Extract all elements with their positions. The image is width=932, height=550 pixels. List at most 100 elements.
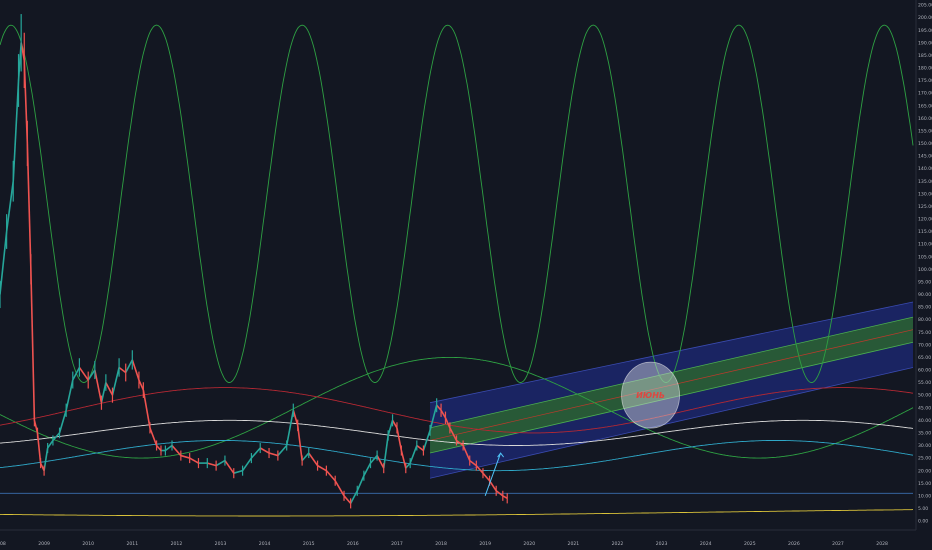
y-tick-label: 205.00 bbox=[918, 3, 932, 9]
price-candle-33 bbox=[180, 450, 182, 461]
x-axis[interactable]: 2008 2009 2010 2011 2012 2013 2014 2015 2016 2017… bbox=[0, 541, 888, 547]
price-candle-6 bbox=[26, 120, 28, 167]
price-candle-26 bbox=[138, 371, 140, 389]
x-tick-label: 2021 bbox=[568, 541, 580, 547]
price-candle-71 bbox=[444, 411, 447, 424]
price-candle-75 bbox=[469, 455, 471, 466]
price-candle-49 bbox=[308, 448, 310, 459]
y-tick-label: 105.00 bbox=[918, 254, 932, 260]
x-tick-label: 2011 bbox=[126, 541, 138, 547]
x-tick-label: 2010 bbox=[82, 541, 94, 547]
price-candle-53 bbox=[343, 490, 345, 501]
y-tick-label: 115.00 bbox=[918, 229, 932, 235]
price-candle-60 bbox=[387, 430, 389, 441]
x-tick-label: 2026 bbox=[788, 541, 800, 547]
price-candle-73 bbox=[455, 435, 458, 446]
y-tick-label: 0.00 bbox=[918, 519, 928, 525]
price-candle-14 bbox=[58, 427, 61, 439]
y-tick-label: 25.00 bbox=[918, 456, 931, 462]
price-candle-23 bbox=[118, 358, 120, 377]
x-tick-label: 2014 bbox=[259, 541, 271, 547]
x-tick-label: 2013 bbox=[215, 541, 227, 547]
y-tick-label: 20.00 bbox=[918, 468, 931, 474]
price-candle-38 bbox=[224, 455, 226, 466]
y-tick-label: 55.00 bbox=[918, 380, 931, 386]
y-tick-label: 185.00 bbox=[918, 53, 932, 59]
y-tick-label: 95.00 bbox=[918, 279, 931, 285]
price-candle-44 bbox=[277, 450, 279, 461]
price-candle-16 bbox=[72, 371, 74, 389]
y-tick-label: 85.00 bbox=[918, 305, 931, 311]
price-candle-35 bbox=[197, 458, 200, 469]
price-candle-8 bbox=[33, 414, 36, 427]
y-tick-label: 50.00 bbox=[918, 393, 931, 399]
x-tick-label: 2009 bbox=[38, 541, 50, 547]
y-tick-label: 100.00 bbox=[918, 267, 932, 273]
price-candle-56 bbox=[363, 470, 365, 481]
price-candle-0 bbox=[0, 280, 1, 309]
price-candle-58 bbox=[376, 450, 378, 461]
price-candle-59 bbox=[383, 463, 385, 474]
y-tick-label: 130.00 bbox=[918, 191, 932, 197]
price-candle-54 bbox=[350, 498, 352, 509]
annotation-label: ИЮНЬ bbox=[636, 391, 665, 400]
price-candle-55 bbox=[356, 485, 358, 496]
y-tick-label: 140.00 bbox=[918, 166, 932, 172]
price-candle-68 bbox=[429, 424, 431, 436]
y-tick-label: 200.00 bbox=[918, 15, 932, 21]
price-candle-1 bbox=[6, 214, 8, 249]
x-tick-label: 2028 bbox=[876, 541, 888, 547]
price-candle-65 bbox=[409, 458, 411, 469]
x-tick-label: 2016 bbox=[347, 541, 359, 547]
price-candle-27 bbox=[142, 382, 144, 398]
y-tick-label: 70.00 bbox=[918, 342, 931, 348]
y-tick-label: 160.00 bbox=[918, 116, 932, 122]
y-tick-label: 40.00 bbox=[918, 418, 931, 424]
price-candle-2 bbox=[12, 160, 14, 202]
y-tick-label: 30.00 bbox=[918, 443, 931, 449]
price-candle-18 bbox=[87, 371, 89, 389]
chart-stage: ИЮНЬ 0.00 5.00 10.00 15.00 20.00 25.00 30.00 35… bbox=[0, 0, 932, 550]
price-chart[interactable]: ИЮНЬ 0.00 5.00 10.00 15.00 20.00 25.00 30.00 35… bbox=[0, 0, 932, 550]
x-tick-label: 2012 bbox=[171, 541, 183, 547]
y-tick-label: 80.00 bbox=[918, 317, 931, 323]
y-tick-label: 145.00 bbox=[918, 154, 932, 160]
price-candle-3 bbox=[17, 54, 20, 107]
y-tick-label: 165.00 bbox=[918, 103, 932, 109]
price-candle-48 bbox=[301, 455, 303, 466]
x-tick-label: 2022 bbox=[612, 541, 624, 547]
y-tick-label: 150.00 bbox=[918, 141, 932, 147]
x-tick-label: 2015 bbox=[303, 541, 315, 547]
price-candle-39 bbox=[233, 468, 235, 479]
price-candle-13 bbox=[52, 435, 54, 446]
price-candle-29 bbox=[155, 440, 158, 451]
y-tick-label: 170.00 bbox=[918, 91, 932, 97]
price-candle-19 bbox=[94, 360, 96, 380]
price-candle-42 bbox=[259, 442, 261, 454]
price-candle-21 bbox=[105, 374, 107, 391]
price-candle-81 bbox=[506, 493, 508, 504]
x-tick-label: 2023 bbox=[656, 541, 668, 547]
price-candle-30 bbox=[160, 445, 162, 456]
price-candle-79 bbox=[495, 485, 497, 496]
y-tick-label: 120.00 bbox=[918, 217, 932, 223]
price-candle-12 bbox=[47, 442, 49, 454]
x-tick-label: 2024 bbox=[700, 541, 712, 547]
annotation-layer: ИЮНЬ bbox=[621, 361, 680, 429]
price-candle-67 bbox=[422, 445, 425, 456]
price-candle-5 bbox=[23, 32, 25, 89]
price-candle-32 bbox=[171, 440, 173, 451]
price-candle-64 bbox=[405, 463, 407, 474]
price-candle-70 bbox=[440, 403, 442, 417]
price-candle-17 bbox=[78, 358, 80, 377]
price-candle-51 bbox=[325, 465, 327, 476]
x-tick-label: 2027 bbox=[832, 541, 844, 547]
y-tick-label: 5.00 bbox=[918, 506, 928, 512]
price-candle-57 bbox=[369, 458, 372, 469]
price-candle-66 bbox=[416, 440, 418, 451]
price-candle-9 bbox=[36, 427, 39, 439]
y-tick-label: 10.00 bbox=[918, 493, 931, 499]
x-tick-label: 2008 bbox=[0, 541, 6, 547]
price-candle-62 bbox=[396, 422, 398, 434]
price-candle-47 bbox=[297, 419, 299, 432]
